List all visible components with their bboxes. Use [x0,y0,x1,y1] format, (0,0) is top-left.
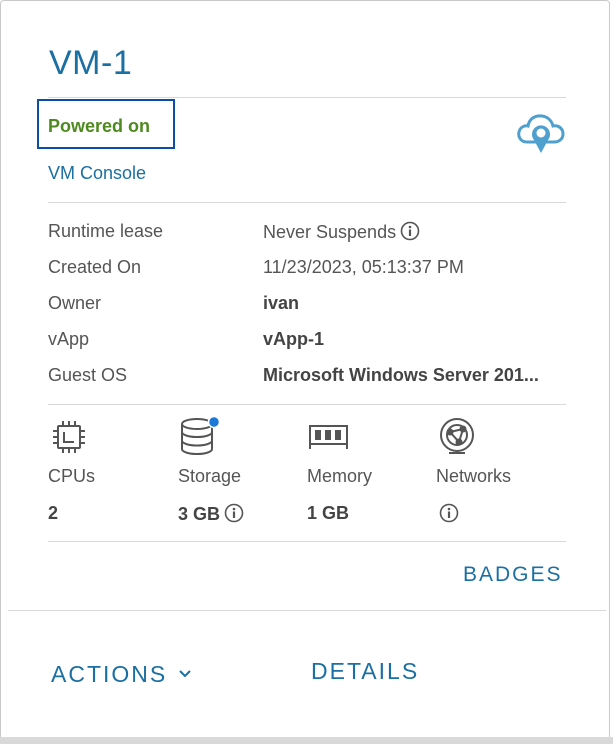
cloud-location-icon [516,110,566,161]
memory-icon [307,420,351,459]
storage-label: Storage [178,466,242,486]
vm-title[interactable]: VM-1 [49,44,132,83]
divider [48,97,566,98]
actions-dropdown-button[interactable]: ACTIONS [51,658,192,688]
info-icon[interactable] [439,503,459,528]
divider [48,202,566,203]
runtime-lease-text: Never Suspends [263,222,397,242]
networks-value [436,503,459,528]
divider [48,404,566,405]
owner-value: ivan [263,293,300,313]
created-on-value: 11/23/2023, 05:13:37 PM [263,257,464,277]
footer-divider [8,610,606,611]
networks-label: Networks [436,466,512,486]
runtime-lease-label: Runtime lease [48,221,164,241]
info-icon[interactable] [224,503,244,528]
vm-console-link[interactable]: VM Console [48,163,146,184]
owner-label: Owner [48,293,102,313]
memory-value: 1 GB [307,503,350,523]
divider [48,541,566,542]
vapp-label: vApp [48,329,90,349]
badges-button[interactable]: BADGES [463,563,563,587]
guest-os-label: Guest OS [48,365,128,385]
cpu-icon [50,418,88,461]
details-button[interactable]: DETAILS [311,658,419,685]
card-shadow [0,737,613,744]
power-status[interactable]: Powered on [48,116,150,137]
cpus-value: 2 [48,503,59,523]
actions-label: ACTIONS [51,661,168,687]
created-on-label: Created On [48,257,142,277]
guest-os-value: Microsoft Windows Server 201... [263,365,539,385]
network-icon [437,415,477,462]
runtime-lease-value: Never Suspends [263,221,420,246]
storage-icon [178,415,222,462]
storage-value: 3 GB [178,503,244,528]
info-icon[interactable] [400,221,420,246]
storage-value-text: 3 GB [178,504,221,524]
memory-label: Memory [307,466,373,486]
cpus-label: CPUs [48,466,96,486]
vapp-value[interactable]: vApp-1 [263,329,324,350]
chevron-down-icon [178,658,192,685]
